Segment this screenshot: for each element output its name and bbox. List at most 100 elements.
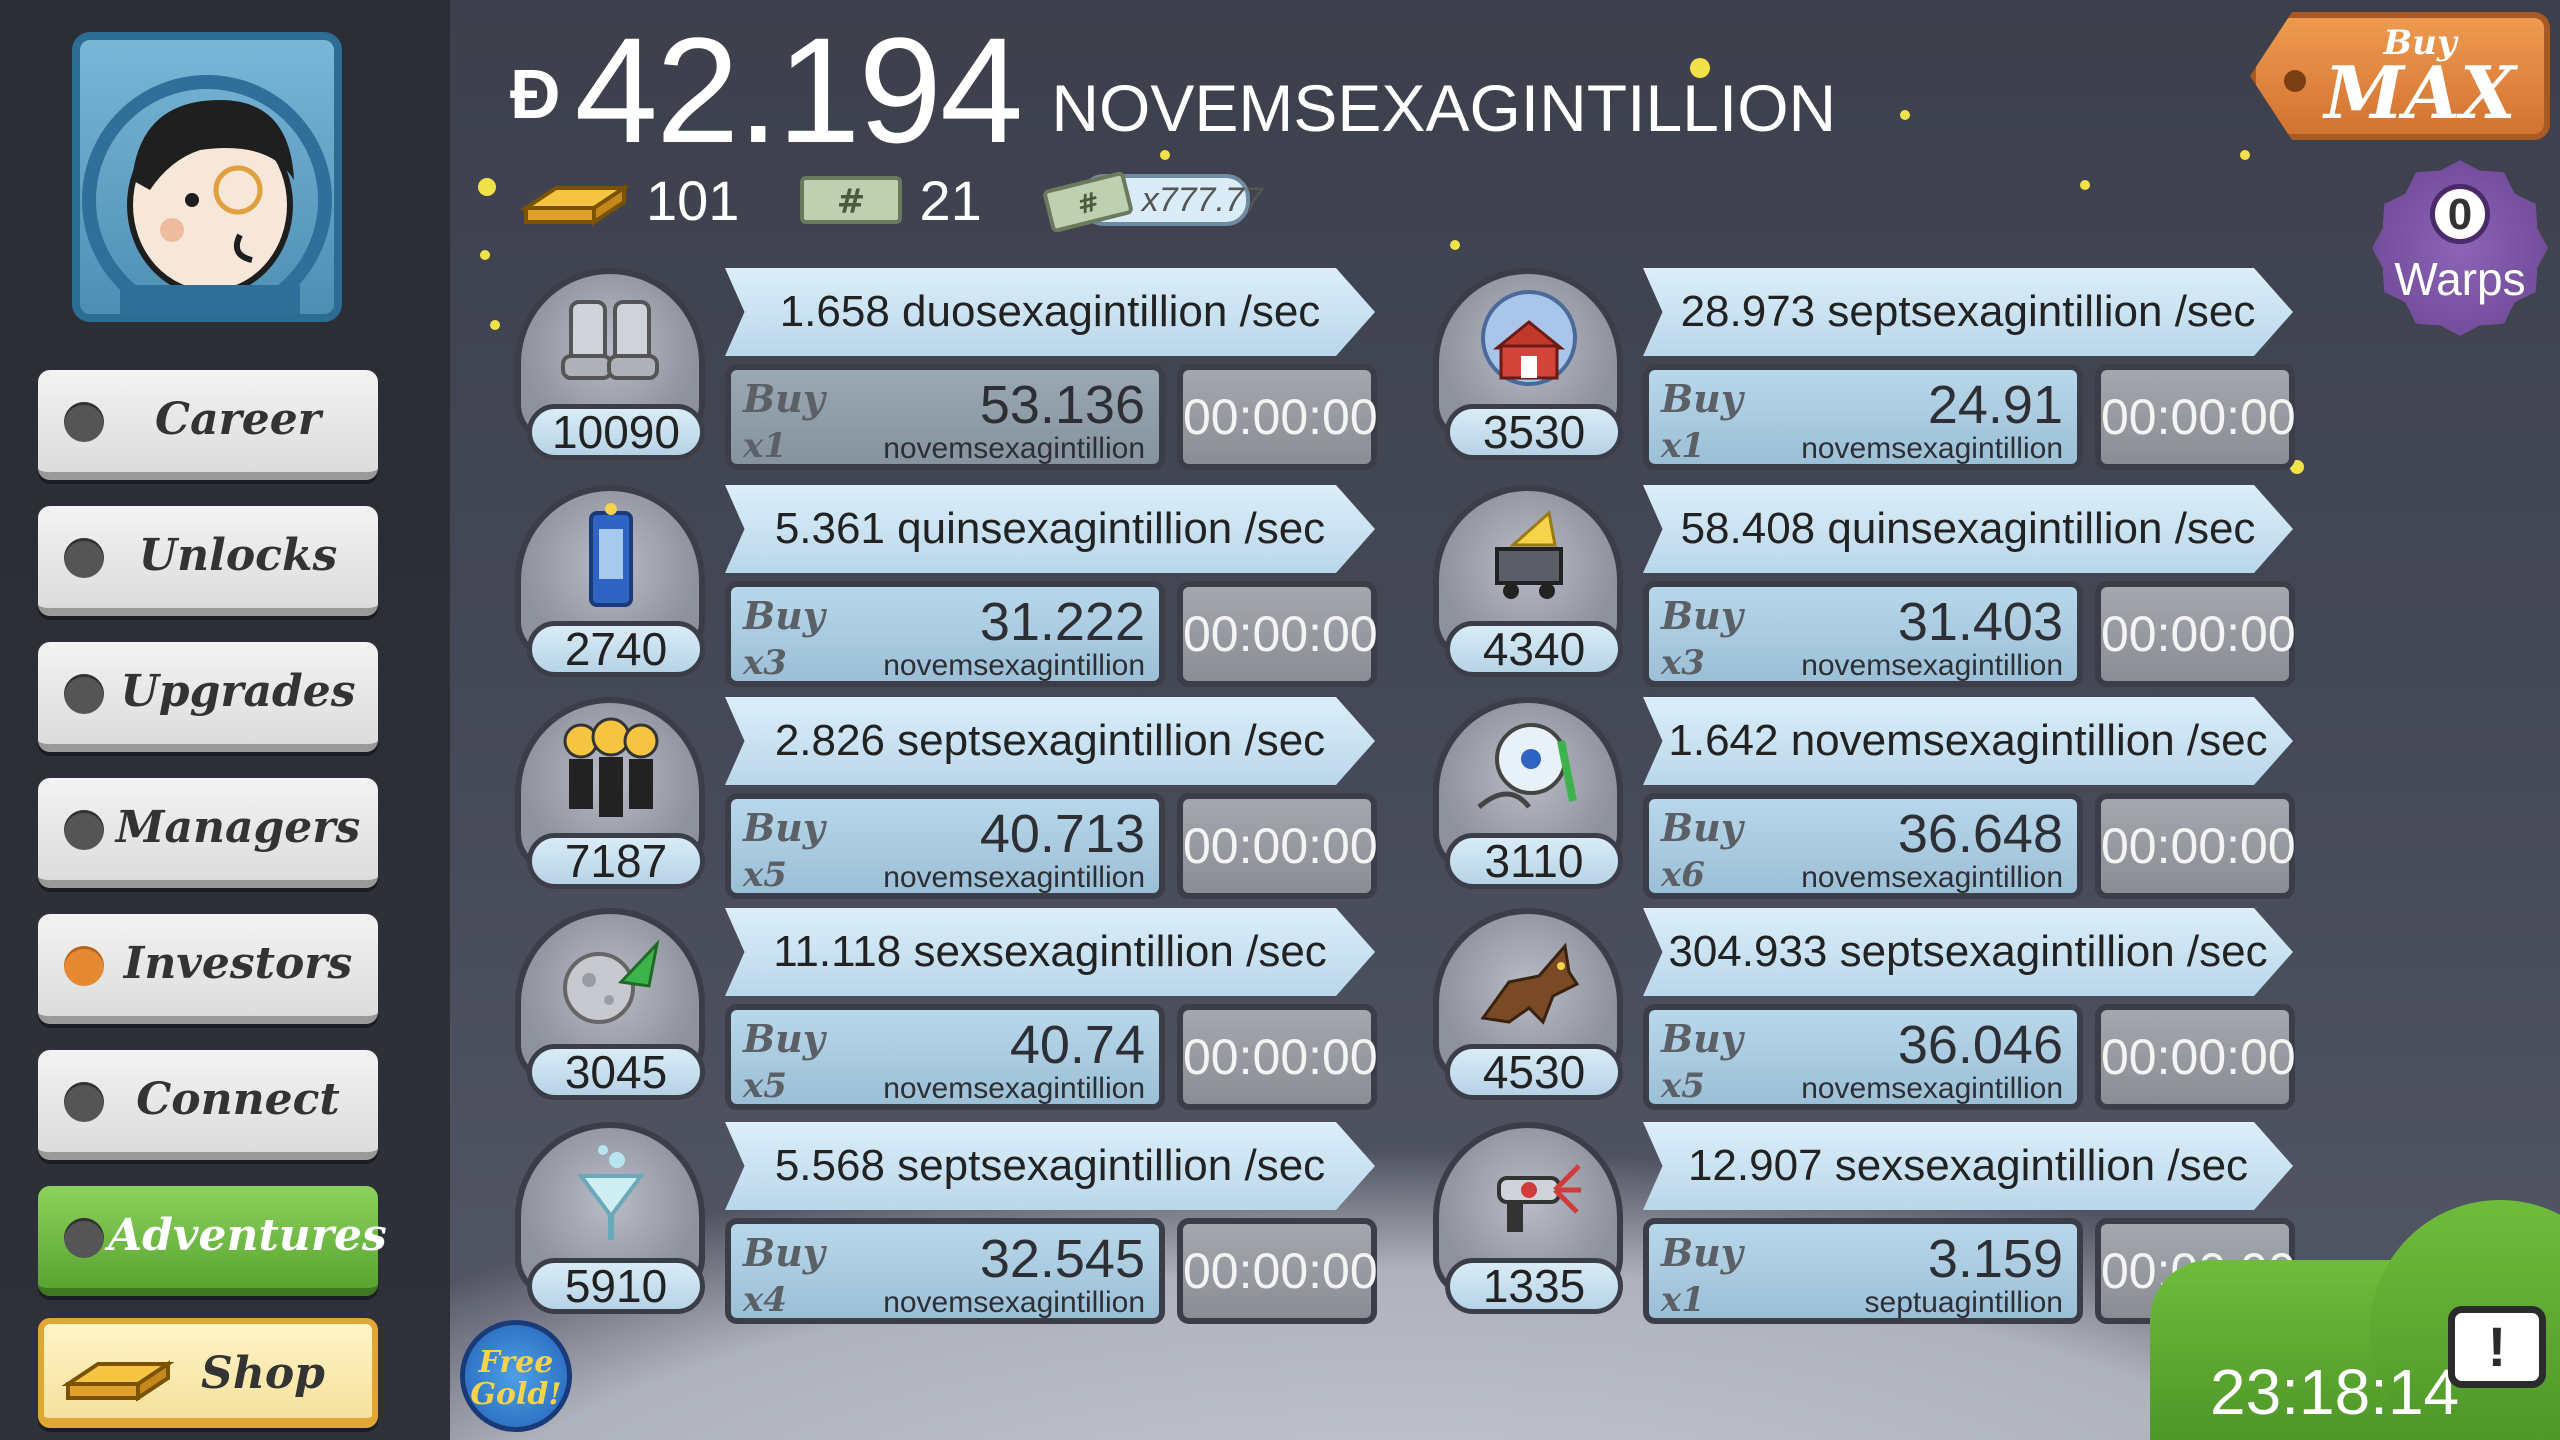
business-icon-frame[interactable]: 4340 bbox=[1433, 485, 1623, 677]
owned-count: 4340 bbox=[1445, 621, 1623, 677]
business-icon-frame[interactable]: 4530 bbox=[1433, 908, 1623, 1100]
svg-text:#: # bbox=[837, 182, 866, 222]
nav-label: Upgrades bbox=[120, 666, 356, 717]
nav-connect-button[interactable]: Connect bbox=[38, 1050, 378, 1160]
owned-count: 5910 bbox=[527, 1258, 705, 1314]
business-icon-frame[interactable]: 1335 bbox=[1433, 1122, 1623, 1314]
buy-button[interactable]: Buy x1 24.91 novemsexagintillion bbox=[1643, 364, 2083, 470]
income-rate-banner: 5.568 septsexagintillion /sec bbox=[725, 1122, 1375, 1210]
nav-indicator-dot bbox=[64, 1218, 104, 1258]
income-rate: 1.642 novemsexagintillion /sec bbox=[1668, 716, 2268, 765]
income-rate: 304.933 septsexagintillion /sec bbox=[1668, 927, 2268, 976]
business-card: 4530 304.933 septsexagintillion /sec Buy… bbox=[1433, 908, 2333, 1110]
business-icon-frame[interactable]: 3045 bbox=[515, 908, 705, 1100]
buy-button[interactable]: Buy x4 32.545 novemsexagintillion bbox=[725, 1218, 1165, 1324]
martini-icon bbox=[577, 1145, 645, 1240]
buy-label: Buy bbox=[743, 1016, 825, 1061]
nav-indicator-dot bbox=[64, 538, 104, 578]
buy-label: Buy bbox=[1661, 376, 1743, 421]
gold-bars-count: 101 bbox=[646, 168, 740, 232]
business-timer: 00:00:00 bbox=[1177, 1004, 1378, 1110]
buy-label: Buy bbox=[1661, 593, 1743, 638]
star-decoration bbox=[480, 250, 490, 260]
tag-hole-icon bbox=[2284, 70, 2306, 92]
owned-count: 10090 bbox=[527, 404, 705, 460]
phone-booth-icon bbox=[589, 503, 633, 607]
currency-symbol: Ð bbox=[510, 55, 561, 133]
buy-button[interactable]: Buy x1 3.159 septuagintillion bbox=[1643, 1218, 2083, 1324]
buy-max-button[interactable]: Buy MAX bbox=[2250, 12, 2550, 140]
business-timer: 00:00:00 bbox=[2095, 581, 2296, 687]
buy-cost: 36.046 bbox=[1897, 1015, 2063, 1075]
buy-cost: 31.222 bbox=[979, 592, 1145, 652]
nav-adventures-button[interactable]: Adventures bbox=[38, 1186, 387, 1296]
warps-label: Warps bbox=[2394, 253, 2526, 305]
buy-button[interactable]: Buy x3 31.222 novemsexagintillion bbox=[725, 581, 1165, 687]
business-icon-frame[interactable]: 2740 bbox=[515, 485, 705, 677]
business-icon-frame[interactable]: 3110 bbox=[1433, 697, 1623, 889]
buy-button[interactable]: Buy x5 40.74 novemsexagintillion bbox=[725, 1004, 1165, 1110]
cheese-mine-cart-icon bbox=[1495, 510, 1563, 599]
nav-indicator-dot bbox=[64, 810, 104, 850]
owned-count: 7187 bbox=[527, 833, 705, 889]
nav-indicator-dot bbox=[64, 946, 104, 986]
nav-label: Connect bbox=[136, 1074, 340, 1125]
buy-multiplier: x1 bbox=[1661, 1280, 1705, 1320]
buy-cost-unit: novemsexagintillion bbox=[883, 1286, 1145, 1319]
buy-cost-unit: novemsexagintillion bbox=[1801, 432, 2063, 465]
buy-multiplier: x3 bbox=[743, 643, 787, 683]
business-timer: 00:00:00 bbox=[2095, 364, 2296, 470]
business-icon-frame[interactable]: 3530 bbox=[1433, 268, 1623, 460]
nav-managers-button[interactable]: Managers bbox=[38, 778, 378, 888]
multiplier-value: x777.77 bbox=[1141, 180, 1263, 219]
player-avatar[interactable] bbox=[72, 32, 342, 322]
megabucks-counter[interactable]: # 21 bbox=[799, 168, 982, 233]
business-icon-frame[interactable]: 7187 bbox=[515, 697, 705, 889]
nav-indicator-dot bbox=[64, 402, 104, 442]
buy-cost-unit: novemsexagintillion bbox=[1801, 649, 2063, 682]
business-timer: 00:00:00 bbox=[2095, 1004, 2296, 1110]
buy-label: Buy bbox=[1661, 805, 1743, 850]
business-card: 10090 1.658 duosexagintillion /sec Buy x… bbox=[515, 268, 1415, 470]
buy-cost: 24.91 bbox=[1927, 375, 2063, 435]
gold-bars-counter[interactable]: 101 bbox=[520, 168, 739, 233]
money-unit: NOVEMSEXAGINTILLION bbox=[1051, 71, 1837, 145]
business-timer: 00:00:00 bbox=[1177, 364, 1378, 470]
moon-boots-icon bbox=[561, 300, 659, 380]
nav-investors-button[interactable]: Investors bbox=[38, 914, 378, 1024]
income-rate-banner: 28.973 septsexagintillion /sec bbox=[1643, 268, 2293, 356]
nav-unlocks-button[interactable]: Unlocks bbox=[38, 506, 378, 616]
nav-label: Shop bbox=[201, 1348, 325, 1399]
income-rate-banner: 1.658 duosexagintillion /sec bbox=[725, 268, 1375, 356]
buy-label: Buy bbox=[1661, 1230, 1743, 1275]
game-scene: Career Unlocks Upgrades Managers Investo… bbox=[0, 0, 2560, 1440]
nav-career-button[interactable]: Career bbox=[38, 370, 378, 480]
business-icon-frame[interactable]: 10090 bbox=[515, 268, 705, 460]
owned-count: 3045 bbox=[527, 1044, 705, 1100]
business-card: 5910 5.568 septsexagintillion /sec Buy x… bbox=[515, 1122, 1415, 1324]
buy-cost-unit: novemsexagintillion bbox=[883, 432, 1145, 465]
buy-cost-unit: novemsexagintillion bbox=[1801, 1072, 2063, 1105]
tv-alert-icon[interactable]: ! bbox=[2448, 1306, 2546, 1388]
money-value: 42.194 bbox=[574, 6, 1024, 174]
warps-count: 0 bbox=[2430, 184, 2490, 244]
buy-button[interactable]: Buy x3 31.403 novemsexagintillion bbox=[1643, 581, 2083, 687]
buy-button[interactable]: Buy x5 40.713 novemsexagintillion bbox=[725, 793, 1165, 899]
astronaut-portrait-icon bbox=[82, 75, 332, 314]
business-icon-frame[interactable]: 5910 bbox=[515, 1122, 705, 1314]
resource-row: 101 # 21 # x777.77 bbox=[520, 165, 1312, 235]
buy-multiplier: x6 bbox=[1661, 855, 1705, 895]
buy-label: Buy bbox=[1661, 1016, 1743, 1061]
buy-button[interactable]: Buy x6 36.648 novemsexagintillion bbox=[1643, 793, 2083, 899]
buy-button[interactable]: Buy x1 53.136 novemsexagintillion bbox=[725, 364, 1165, 470]
werewolf-icon bbox=[1480, 942, 1580, 1025]
free-gold-button[interactable]: Free Gold! bbox=[460, 1320, 572, 1432]
business-card: 3530 28.973 septsexagintillion /sec Buy … bbox=[1433, 268, 2333, 470]
nav-upgrades-button[interactable]: Upgrades bbox=[38, 642, 378, 752]
buy-button[interactable]: Buy x5 36.046 novemsexagintillion bbox=[1643, 1004, 2083, 1110]
warps-badge[interactable]: 0 Warps bbox=[2372, 160, 2548, 336]
nav-shop-button[interactable]: Shop bbox=[38, 1318, 378, 1428]
nav-label: Investors bbox=[123, 938, 353, 989]
multiplier-ticket[interactable]: # x777.77 bbox=[1042, 168, 1263, 232]
buy-multiplier: x4 bbox=[743, 1280, 787, 1320]
